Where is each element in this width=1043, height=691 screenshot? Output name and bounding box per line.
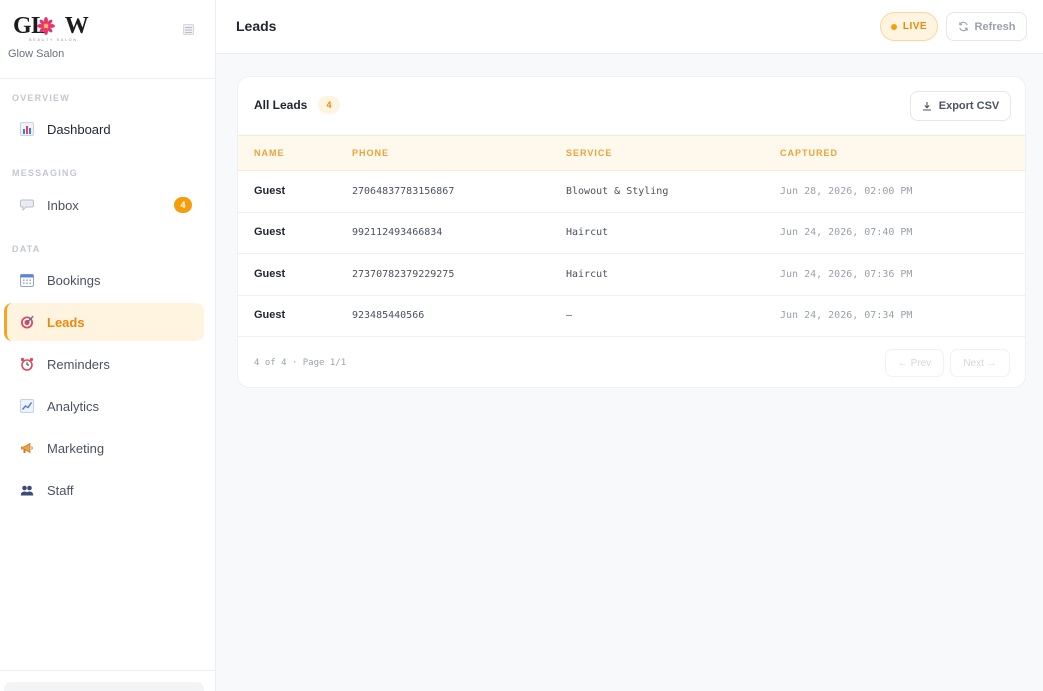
sidebar-item-analytics[interactable]: Analytics: [4, 387, 204, 425]
bar-chart-icon: [19, 122, 34, 137]
leads-card: All Leads 4 Export CSV NAME PHONE SERVIC…: [237, 76, 1026, 388]
people-icon: [19, 483, 34, 498]
logo-tagline: BEAUTY SALON: [29, 37, 78, 42]
calendar-icon: [19, 273, 34, 288]
sidebar-item-leads[interactable]: Leads: [4, 303, 204, 341]
sidebar-item-bookings[interactable]: Bookings: [4, 261, 204, 299]
lead-name: Guest: [254, 185, 286, 197]
lead-name: Guest: [254, 309, 286, 321]
refresh-button[interactable]: Refresh: [946, 12, 1027, 41]
lead-service: —: [566, 310, 573, 321]
export-csv-button[interactable]: Export CSV: [910, 91, 1011, 121]
prev-page-button[interactable]: ← Prev: [885, 349, 944, 377]
lead-name: Guest: [254, 226, 286, 238]
sidebar-item-dashboard[interactable]: Dashboard: [4, 110, 204, 148]
flower-icon: [37, 17, 55, 35]
sidebar-item-label: Leads: [47, 314, 85, 330]
column-header-captured[interactable]: CAPTURED: [780, 148, 838, 158]
salon-name: Glow Salon: [8, 48, 65, 60]
sidebar-item-inbox[interactable]: Inbox 4: [4, 186, 204, 224]
table-row[interactable]: Guest 27064837783156867 Blowout & Stylin…: [238, 171, 1025, 213]
megaphone-icon: [19, 441, 34, 456]
sidebar-item-label: Bookings: [47, 272, 101, 288]
lead-phone: 992112493466834: [352, 227, 443, 238]
lead-service: Blowout & Styling: [566, 186, 669, 197]
refresh-icon: [958, 21, 968, 32]
sidebar-footer-pill[interactable]: [4, 682, 204, 691]
table-row[interactable]: Guest 992112493466834 Haircut Jun 24, 20…: [238, 212, 1025, 254]
lead-phone: 923485440566: [352, 310, 425, 321]
download-icon: [922, 102, 931, 111]
column-header-service[interactable]: SERVICE: [566, 148, 612, 158]
section-label-overview: OVERVIEW: [12, 93, 70, 103]
top-bar: Leads LIVE Refresh: [216, 0, 1043, 54]
next-page-button[interactable]: Next →: [950, 349, 1010, 377]
sidebar-item-reminders[interactable]: Reminders: [4, 345, 204, 383]
leads-count-badge: 4: [318, 96, 340, 114]
lead-captured: Jun 28, 2026, 02:00 PM: [780, 186, 913, 197]
section-label-messaging: MESSAGING: [12, 168, 78, 178]
lead-captured: Jun 24, 2026, 07:40 PM: [780, 227, 913, 238]
chart-up-icon: [19, 399, 34, 414]
live-label: LIVE: [902, 21, 928, 32]
column-header-phone[interactable]: PHONE: [352, 148, 389, 158]
sidebar-item-label: Reminders: [47, 356, 110, 372]
lead-phone: 27370782379229275: [352, 269, 455, 280]
column-header-name[interactable]: NAME: [254, 148, 285, 158]
sidebar-item-label: Marketing: [47, 440, 105, 456]
card-title: All Leads: [254, 98, 308, 112]
table-row[interactable]: Guest 27370782379229275 Haircut Jun 24, …: [238, 254, 1025, 296]
inbox-unread-badge: 4: [174, 197, 192, 213]
lead-captured: Jun 24, 2026, 07:34 PM: [780, 310, 913, 321]
sidebar-item-label: Analytics: [47, 398, 100, 414]
pagination-summary: 4 of 4 · Page 1/1: [254, 358, 347, 368]
table-row[interactable]: Guest 923485440566 — Jun 24, 2026, 07:34…: [238, 295, 1025, 337]
sidebar-footer: [0, 670, 215, 691]
export-csv-label: Export CSV: [938, 100, 1000, 112]
live-dot-icon: [890, 23, 897, 30]
sidebar-item-label: Inbox: [47, 197, 79, 213]
sidebar-item-marketing[interactable]: Marketing: [4, 429, 204, 467]
brand-logo: GLOW BEAUTY SALON: [13, 13, 89, 42]
speech-bubble-icon: [19, 198, 34, 213]
sidebar-collapse-icon[interactable]: [183, 24, 194, 35]
sidebar-item-label: Staff: [47, 482, 74, 498]
alarm-clock-icon: [19, 357, 34, 372]
sidebar-item-label: Dashboard: [47, 121, 111, 137]
live-status-badge: LIVE: [880, 12, 938, 41]
sidebar-item-staff[interactable]: Staff: [4, 471, 204, 509]
lead-captured: Jun 24, 2026, 07:36 PM: [780, 269, 913, 280]
table-header: NAME PHONE SERVICE CAPTURED: [238, 135, 1025, 171]
section-label-data: DATA: [12, 244, 41, 254]
brand-header: GLOW BEAUTY SALON Glow Salon: [0, 0, 215, 79]
target-icon: [19, 315, 34, 330]
page-title: Leads: [236, 18, 277, 34]
lead-name: Guest: [254, 268, 286, 280]
refresh-label: Refresh: [974, 20, 1016, 33]
lead-service: Haircut: [566, 227, 609, 238]
lead-service: Haircut: [566, 269, 609, 280]
lead-phone: 27064837783156867: [352, 186, 455, 197]
sidebar: GLOW BEAUTY SALON Glow Salon: [0, 0, 216, 691]
